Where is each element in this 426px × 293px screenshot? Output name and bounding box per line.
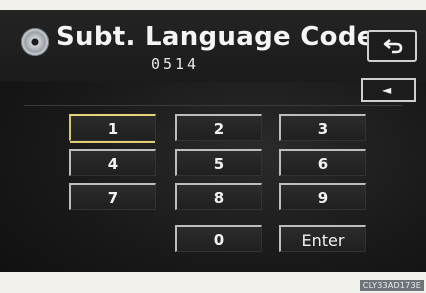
triangle-left-icon: ◄ [382, 83, 392, 97]
key-3[interactable]: 3 [279, 114, 366, 141]
return-arrow-icon [383, 39, 403, 54]
key-0[interactable]: 0 [175, 225, 262, 252]
page-title: Subt. Language Code [56, 22, 375, 52]
screen-frame: Subt. Language Code 0514 ◄ 1 2 3 4 5 6 7… [0, 10, 426, 272]
key-5[interactable]: 5 [175, 149, 262, 176]
key-6[interactable]: 6 [279, 149, 366, 176]
enter-button[interactable]: Enter [279, 225, 366, 252]
key-1[interactable]: 1 [69, 114, 156, 141]
figure-code: CLY33AD173E [359, 280, 424, 291]
return-button[interactable] [367, 30, 417, 62]
code-display: 0514 [150, 55, 200, 73]
disc-icon [21, 28, 49, 56]
key-4[interactable]: 4 [69, 149, 156, 176]
key-7[interactable]: 7 [69, 183, 156, 210]
backspace-button[interactable]: ◄ [361, 78, 416, 102]
header-bar: Subt. Language Code 0514 [0, 10, 426, 82]
key-2[interactable]: 2 [175, 114, 262, 141]
key-8[interactable]: 8 [175, 183, 262, 210]
key-9[interactable]: 9 [279, 183, 366, 210]
divider [24, 105, 402, 106]
